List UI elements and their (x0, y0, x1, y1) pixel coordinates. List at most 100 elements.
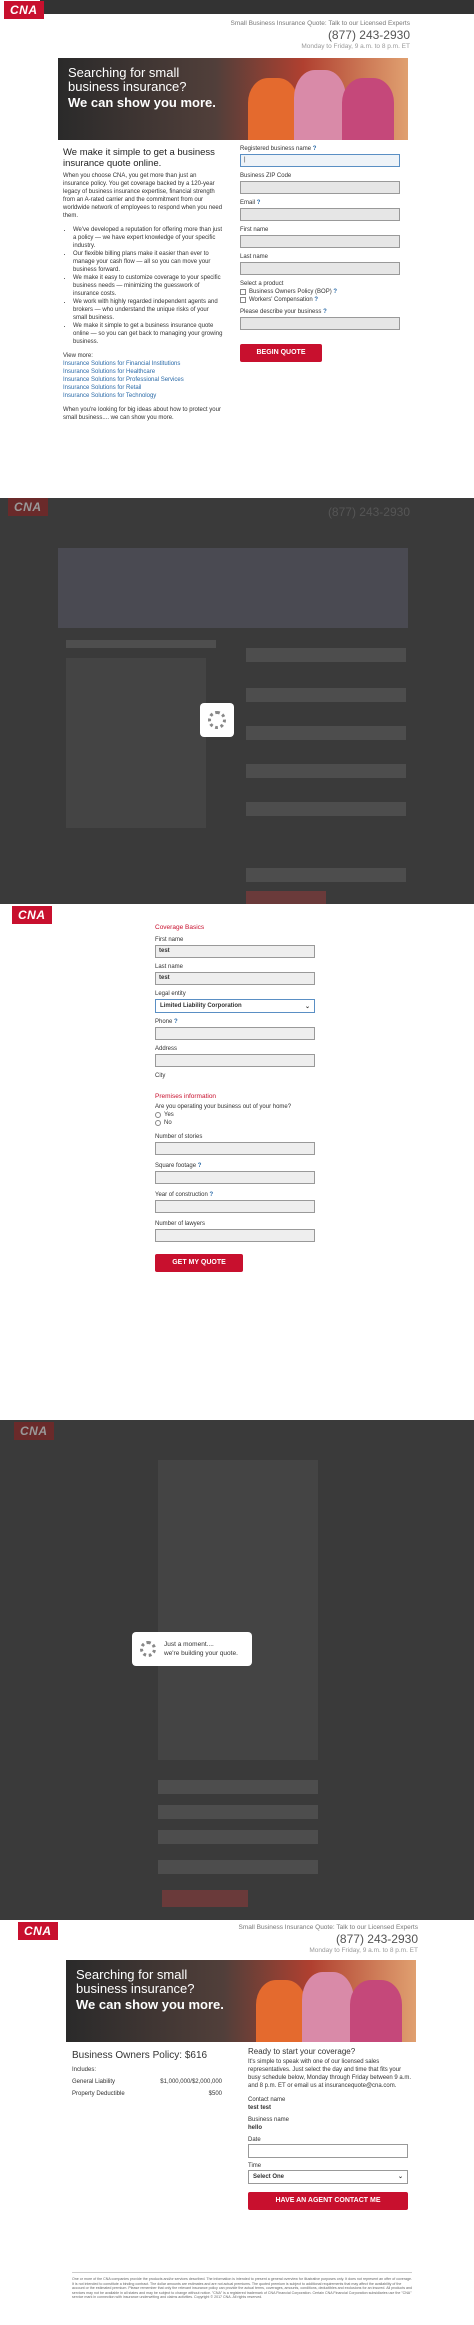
zip-label: Business ZIP Code (240, 173, 292, 179)
view-more-label: View more: (63, 353, 93, 359)
intro-column: We make it simple to get a business insu… (63, 147, 223, 422)
link-financial[interactable]: Insurance Solutions for Financial Instit… (63, 360, 223, 368)
year-input[interactable] (155, 1200, 315, 1213)
last-name-input[interactable]: test (155, 972, 315, 985)
header-hours: Monday to Friday, 9 a.m. to 8 p.m. ET (301, 43, 410, 50)
contact-header-dim: (877) 243-2930 (328, 504, 410, 520)
help-icon[interactable]: ? (209, 1192, 213, 1198)
benefit-item: Our flexible billing plans make it easie… (73, 250, 223, 274)
email-input[interactable] (240, 208, 400, 221)
lawyers-input[interactable] (155, 1229, 315, 1242)
cna-logo: CNA (14, 1422, 54, 1440)
radio-label: Yes (164, 1112, 174, 1118)
lawyers-label: Number of lawyers (155, 1221, 206, 1227)
field-dim (158, 1860, 318, 1874)
benefit-item: We make it simple to get a business insu… (73, 322, 223, 346)
header-phone-dim: (877) 243-2930 (327, 505, 410, 519)
product-wc-checkbox[interactable]: Workers' Compensation ? (240, 297, 400, 303)
first-name-input[interactable] (240, 235, 400, 248)
agent-contact-button[interactable]: HAVE AN AGENT CONTACT ME (248, 2192, 408, 2210)
radio-label: No (164, 1120, 172, 1126)
business-name-label-text: Registered business name (240, 146, 312, 152)
first-name-input[interactable]: test (155, 945, 315, 958)
field-dim (158, 1805, 318, 1819)
field-dim (246, 764, 406, 778)
start-quote-form: Registered business name ? | Business ZI… (240, 146, 400, 362)
cna-logo[interactable]: CNA (12, 906, 52, 924)
product-bop-checkbox[interactable]: Business Owners Policy (BOP) ? (240, 289, 400, 295)
email-label-text: Email (240, 200, 256, 206)
hero-line1: Searching for small business insurance? (76, 1967, 195, 1996)
help-icon[interactable]: ? (257, 200, 261, 206)
hero-person-1 (248, 78, 298, 140)
link-retail[interactable]: Insurance Solutions for Retail (63, 384, 223, 392)
radio-circle[interactable] (155, 1120, 161, 1126)
phone-input[interactable] (155, 1027, 315, 1040)
benefit-item: We make it easy to customize coverage to… (73, 274, 223, 298)
operating-question: Are you operating your business out of y… (155, 1104, 292, 1110)
last-name-input[interactable] (240, 262, 400, 275)
time-select[interactable]: Select One ⌄ (248, 2170, 408, 2184)
loading-screen-2: CNA Just a moment.... we're building you… (0, 1420, 474, 1920)
operating-no-radio[interactable]: No (155, 1120, 315, 1126)
benefit-item: We've developed a reputation for offerin… (73, 226, 223, 250)
hero-person-3 (342, 78, 394, 140)
loading-spinner (200, 703, 234, 737)
operating-yes-radio[interactable]: Yes (155, 1112, 315, 1118)
year-label: Year of construction ? (155, 1192, 315, 1198)
business-name-input[interactable]: | (240, 154, 400, 167)
intro-body: When you choose CNA, you get more than j… (63, 173, 223, 219)
quote-result-screen: CNA Small Business Insurance Quote: Talk… (0, 1920, 474, 2325)
loading-screen-1: CNA (877) 243-2930 (0, 498, 474, 904)
cta-heading: Ready to start your coverage? (248, 2047, 356, 2056)
coverage-row: General Liability $1,000,000/$2,000,000 (72, 2079, 222, 2085)
last-name-label: Last name (240, 254, 269, 260)
help-icon[interactable]: ? (174, 1019, 178, 1025)
describe-input[interactable] (240, 317, 400, 330)
sqft-input[interactable] (155, 1171, 315, 1184)
help-icon[interactable]: ? (198, 1163, 202, 1169)
hero-person-3 (350, 1980, 402, 2042)
help-icon[interactable]: ? (323, 309, 327, 315)
help-icon[interactable]: ? (313, 146, 317, 152)
link-technology[interactable]: Insurance Solutions for Technology (63, 392, 223, 400)
hero-person-2 (294, 70, 346, 140)
cta-body: It's simple to speak with one of our lic… (248, 2059, 412, 2089)
radio-circle[interactable] (155, 1112, 161, 1118)
coverage-name: General Liability (72, 2079, 116, 2085)
legal-entity-label: Legal entity (155, 991, 186, 997)
link-healthcare[interactable]: Insurance Solutions for Healthcare (63, 368, 223, 376)
hero-person-1 (256, 1980, 306, 2042)
spinner-icon (208, 711, 226, 729)
field-dim (246, 688, 406, 702)
help-icon[interactable]: ? (333, 289, 337, 295)
help-icon[interactable]: ? (314, 297, 318, 303)
link-professional[interactable]: Insurance Solutions for Professional Ser… (63, 376, 223, 384)
year-label-text: Year of construction (155, 1192, 208, 1198)
hero-banner: Searching for small business insurance? … (66, 1960, 416, 2042)
checkbox-box[interactable] (240, 297, 246, 303)
stories-input[interactable] (155, 1142, 315, 1155)
loading-message: Just a moment.... we're building your qu… (164, 1640, 238, 1658)
address-input[interactable] (155, 1054, 315, 1067)
checkbox-box[interactable] (240, 289, 246, 295)
zip-input[interactable] (240, 181, 400, 194)
chevron-down-icon: ⌄ (397, 2174, 403, 2180)
coverage-form: Coverage Basics First name test Last nam… (155, 918, 315, 1272)
contact-value: test test (248, 2105, 272, 2111)
begin-quote-button[interactable]: BEGIN QUOTE (240, 344, 322, 362)
intro-closing: When you're looking for big ideas about … (63, 407, 221, 421)
intro-dim (66, 658, 206, 828)
coverage-screen: CNA Coverage Basics First name test Last… (0, 904, 474, 1420)
cna-logo[interactable]: CNA (18, 1922, 58, 1940)
cna-logo[interactable]: CNA (4, 1, 44, 19)
header-phone[interactable]: (877) 243-2930 (239, 1932, 418, 1946)
field-dim (246, 802, 406, 816)
get-my-quote-button[interactable]: GET MY QUOTE (155, 1254, 243, 1272)
coverage-name: Property Deductible (72, 2091, 125, 2097)
legal-entity-select[interactable]: Limited Liability Corporation ⌄ (155, 999, 315, 1013)
header-phone[interactable]: (877) 243-2930 (231, 28, 410, 42)
date-input[interactable] (248, 2144, 408, 2158)
business-name-label: Registered business name ? (240, 146, 400, 152)
hero-line2: We can show you more. (68, 95, 216, 110)
